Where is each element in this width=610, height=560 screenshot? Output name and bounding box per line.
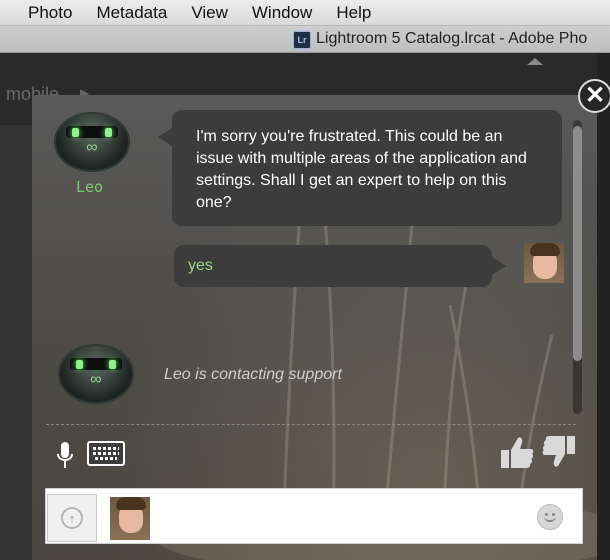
window-title: Lightroom 5 Catalog.lrcat - Adobe Pho: [316, 30, 588, 47]
right-side-panel: [597, 53, 610, 560]
creative-cloud-icon: ∞: [90, 371, 102, 388]
thumbs-up-icon[interactable]: [500, 434, 534, 470]
divider: [46, 424, 576, 425]
agent-name: Leo: [76, 178, 104, 196]
agent-message-bubble: I'm sorry you're frustrated. This could …: [158, 110, 562, 226]
agent-message-text: I'm sorry you're frustrated. This could …: [196, 128, 527, 211]
upload-icon: ↑: [61, 507, 83, 529]
keyboard-icon[interactable]: [87, 441, 125, 466]
panel-collapse-caret-icon[interactable]: [527, 58, 543, 65]
emoji-icon[interactable]: [537, 504, 563, 530]
user-message-bubble: yes: [174, 245, 506, 287]
chat-scrollbar[interactable]: [573, 120, 582, 414]
leo-avatar-status: ∞: [58, 344, 134, 406]
menu-metadata[interactable]: Metadata: [84, 3, 179, 23]
user-avatar: [524, 243, 564, 283]
lightroom-app-icon: Lr: [293, 31, 311, 49]
chat-scrollbar-thumb[interactable]: [573, 126, 582, 361]
input-user-avatar: [110, 497, 150, 540]
user-message-text: yes: [188, 257, 213, 274]
thumbs-down-icon[interactable]: [542, 434, 576, 470]
upload-button[interactable]: ↑: [47, 494, 97, 542]
menu-help[interactable]: Help: [324, 3, 383, 23]
leo-avatar: ∞: [54, 112, 130, 174]
message-input[interactable]: [156, 498, 530, 534]
microphone-icon[interactable]: [56, 440, 74, 470]
menu-view[interactable]: View: [179, 3, 240, 23]
menu-bar: Photo Metadata View Window Help: [0, 0, 610, 26]
menu-photo[interactable]: Photo: [0, 3, 84, 23]
window-title-bar: Lr Lightroom 5 Catalog.lrcat - Adobe Pho: [0, 26, 610, 53]
creative-cloud-icon: ∞: [86, 139, 98, 156]
menu-window[interactable]: Window: [240, 3, 324, 23]
close-icon[interactable]: ✕: [578, 79, 610, 113]
status-text: Leo is contacting support: [164, 366, 342, 383]
